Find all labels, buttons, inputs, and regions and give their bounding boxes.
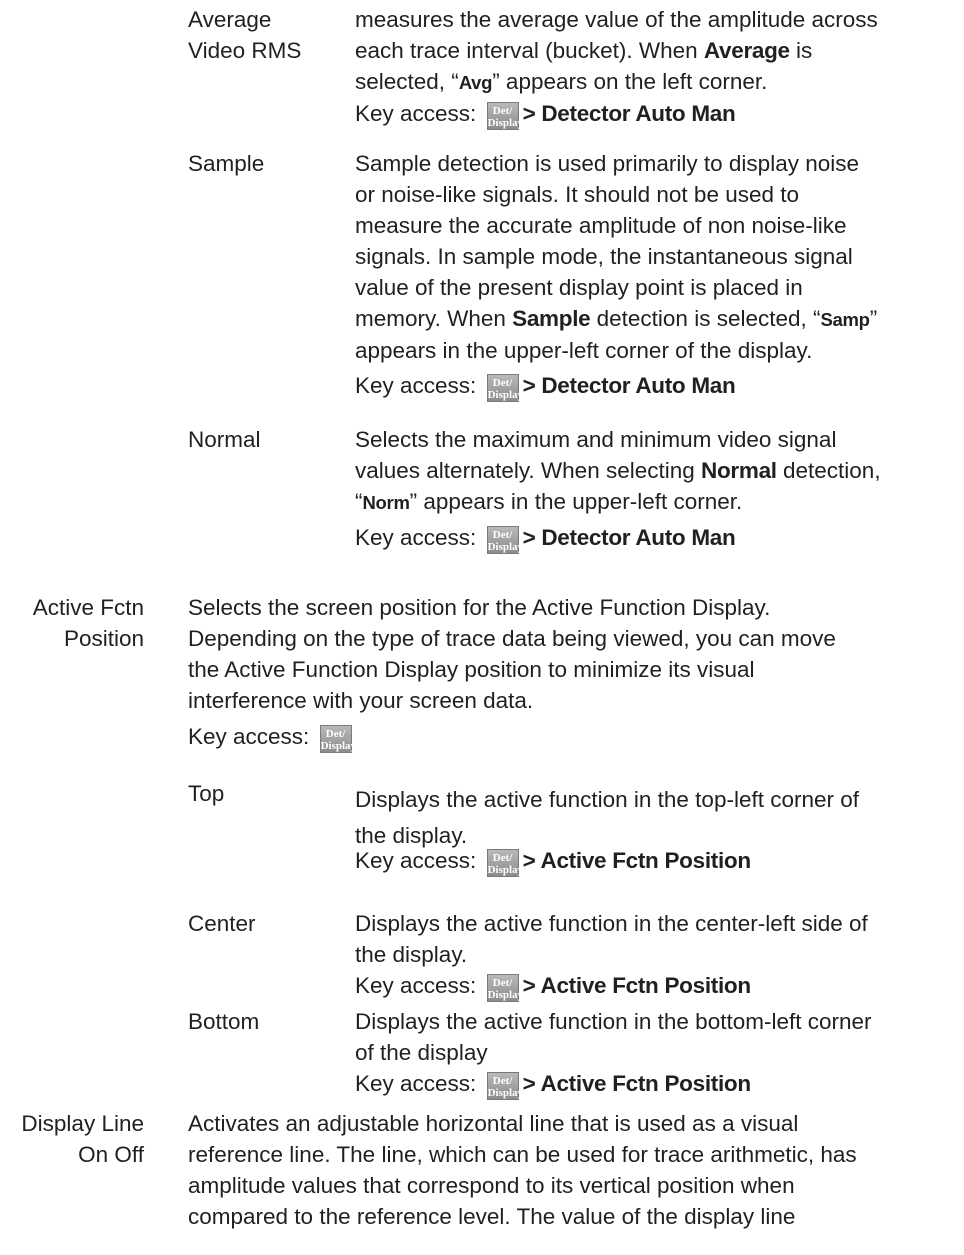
term-active-fctn-position: Active Fctn Position — [32, 595, 144, 651]
desc-bottom: Displays the active function in the bott… — [355, 1009, 872, 1100]
term-bottom: Bottom — [188, 1009, 260, 1034]
key-access-active-fctn: Key access: Det/Display — [188, 724, 357, 753]
key-access-normal: Key access: Det/Display > Detector Auto M… — [355, 525, 736, 554]
det-display-key-icon: Det/Display — [486, 102, 523, 130]
det-display-key-icon: Det/Display — [319, 725, 356, 753]
key-access-center: Key access: Det/Display > Active Fctn Pos… — [355, 973, 751, 1002]
det-display-key-icon: Det/Display — [486, 526, 523, 554]
det-display-key-icon: Det/Display — [486, 849, 523, 877]
desc-normal: Selects the maximum and minimum video si… — [355, 427, 881, 554]
key-access-bottom: Key access: Det/Display > Active Fctn Pos… — [355, 1071, 751, 1100]
key-access-average: Key access: Det/Display > Detector Auto M… — [355, 101, 736, 130]
term-average: Average Video RMS — [188, 7, 302, 63]
key-access-top: Key access: Det/Display > Active Fctn Pos… — [355, 848, 751, 877]
term-display-line-on-off: Display Line On Off — [21, 1111, 144, 1167]
desc-display-line: Activates an adjustable horizontal line … — [188, 1111, 857, 1229]
desc-active-fctn-position: Selects the screen position for the Acti… — [188, 595, 836, 753]
det-display-key-icon: Det/Display — [486, 1072, 523, 1100]
det-display-key-icon: Det/Display — [486, 374, 523, 402]
desc-average: measures the average value of the amplit… — [355, 7, 878, 130]
term-normal: Normal — [188, 427, 261, 452]
desc-sample: Sample detection is used primarily to di… — [355, 151, 878, 402]
det-display-key-icon: Det/Display — [486, 974, 523, 1002]
desc-center: Displays the active function in the cent… — [355, 911, 868, 1002]
term-sample: Sample — [188, 151, 265, 176]
key-access-sample: Key access: Det/Display > Detector Auto M… — [355, 373, 736, 402]
desc-top: Displays the active function in the top-… — [355, 787, 860, 877]
term-top: Top — [188, 781, 225, 806]
term-center: Center — [188, 911, 256, 936]
